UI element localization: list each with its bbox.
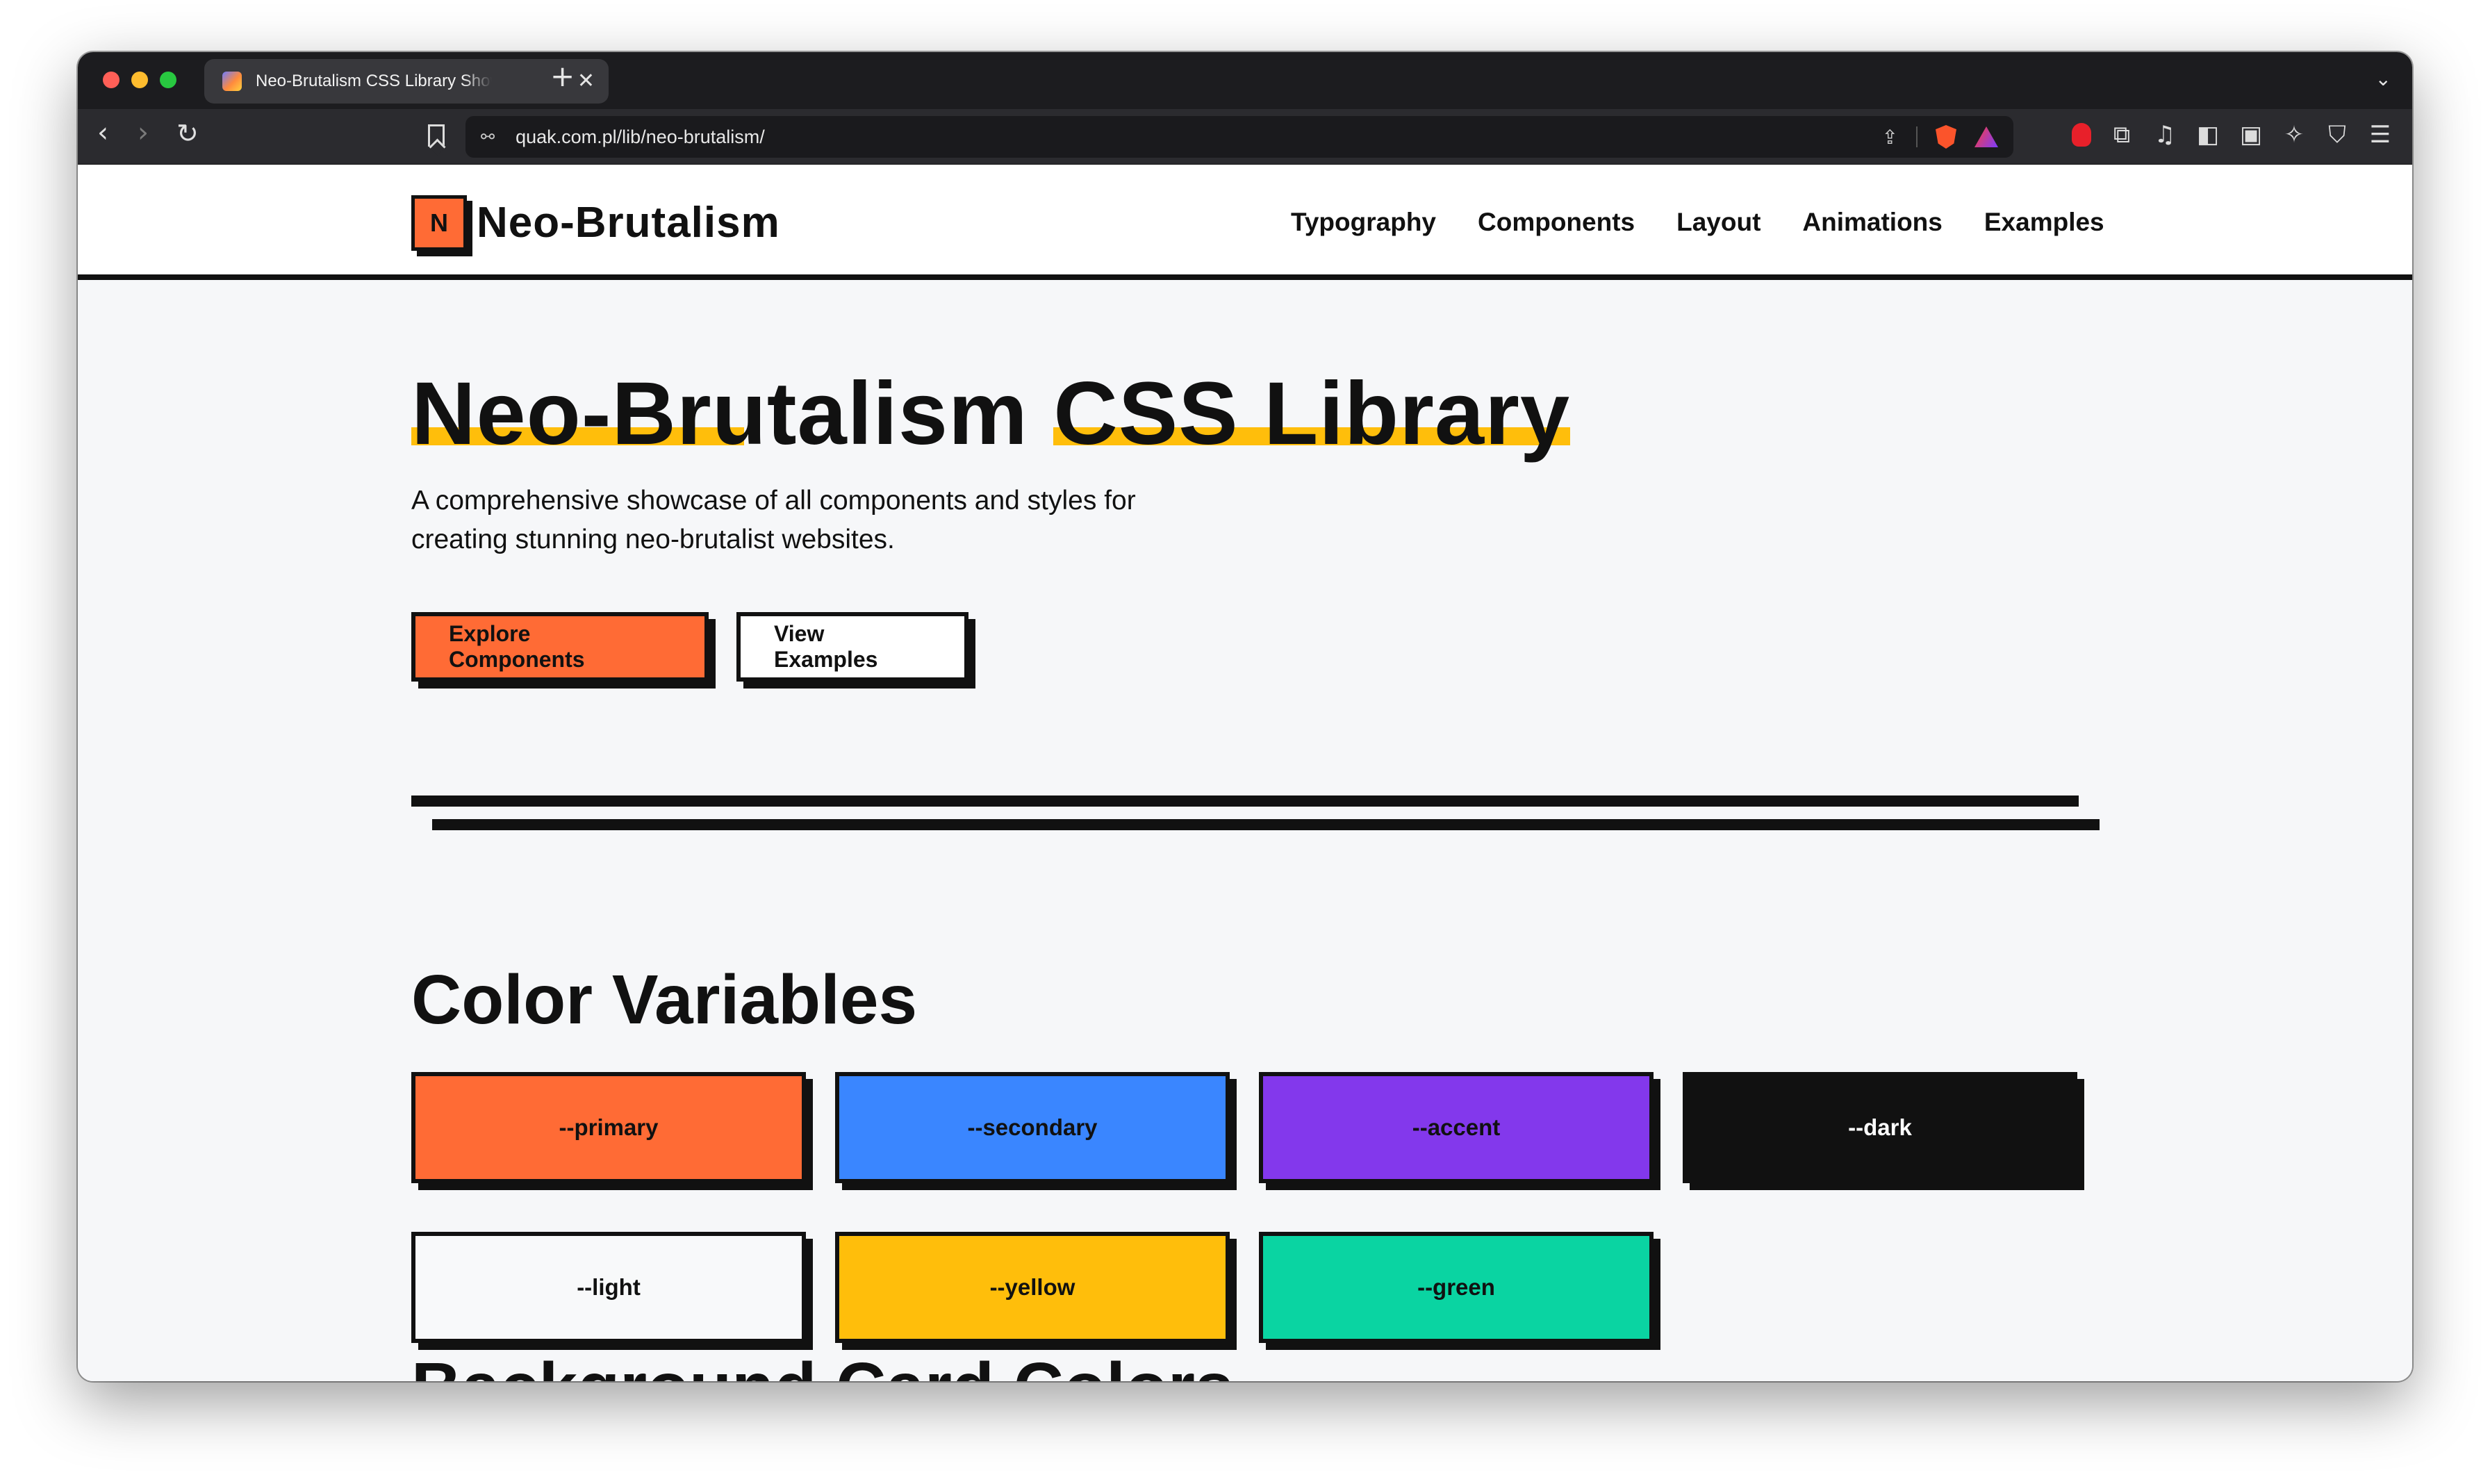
sidebar-icon[interactable]: ◧ xyxy=(2195,123,2220,147)
extensions-area: ⧉ ♫ ◧ ▣ ✧ ⛉ ☰ xyxy=(2072,123,2393,147)
browser-toolbar: ‹ › ↻ ⚯ quak.com.pl/lib/neo-brutalism/ ⇪… xyxy=(78,109,2412,165)
swatch-secondary[interactable]: --secondary xyxy=(835,1072,1230,1183)
hero-section: Neo-Brutalism CSS Library A comprehensiv… xyxy=(411,362,1570,682)
maximize-window-button[interactable] xyxy=(160,72,176,88)
view-examples-button[interactable]: View Examples xyxy=(736,612,968,682)
site-header: N Neo-Brutalism Typography Components La… xyxy=(78,165,2412,280)
favicon-icon xyxy=(222,72,242,91)
main-nav: Typography Components Layout Animations … xyxy=(1291,205,2104,240)
puzzle-icon[interactable]: ⧉ xyxy=(2109,123,2134,147)
divider-line xyxy=(411,795,2079,807)
divider-line-shadow xyxy=(432,819,2100,830)
share-icon[interactable]: ⇪ xyxy=(1882,126,1898,149)
url-text[interactable]: quak.com.pl/lib/neo-brutalism/ xyxy=(516,126,765,148)
window-controls xyxy=(103,72,176,88)
address-bar[interactable]: ⚯ quak.com.pl/lib/neo-brutalism/ ⇪ xyxy=(465,116,2013,158)
title-highlight-1: Neo-Brutalism xyxy=(411,364,1028,463)
title-highlight-2: CSS Library xyxy=(1053,364,1571,463)
swatch-yellow[interactable]: --yellow xyxy=(835,1232,1230,1343)
browser-tab[interactable]: Neo-Brutalism CSS Library Showcase ✕ xyxy=(204,59,609,104)
tab-close-icon[interactable]: ✕ xyxy=(577,71,595,92)
brave-shields-icon[interactable] xyxy=(1936,125,1956,149)
swatch-accent[interactable]: --accent xyxy=(1259,1072,1654,1183)
divider xyxy=(1916,126,1918,147)
page-title: Neo-Brutalism CSS Library xyxy=(411,362,1570,466)
adblock-extension-icon[interactable] xyxy=(2072,123,2091,147)
wallet-icon[interactable]: ▣ xyxy=(2238,123,2264,147)
swatch-light[interactable]: --light xyxy=(411,1232,806,1343)
browser-window: Neo-Brutalism CSS Library Showcase ✕ + ⌄… xyxy=(78,52,2412,1381)
menu-icon[interactable]: ☰ xyxy=(2368,123,2393,147)
reload-button[interactable]: ↻ xyxy=(176,120,199,147)
nav-typography[interactable]: Typography xyxy=(1291,205,1436,240)
nav-layout[interactable]: Layout xyxy=(1676,205,1761,240)
tab-bar: Neo-Brutalism CSS Library Showcase ✕ + ⌄ xyxy=(78,52,2412,109)
music-icon[interactable]: ♫ xyxy=(2152,123,2177,147)
forward-button[interactable]: › xyxy=(138,119,149,147)
close-window-button[interactable] xyxy=(103,72,119,88)
logo-text[interactable]: Neo-Brutalism xyxy=(477,195,780,251)
nav-animations[interactable]: Animations xyxy=(1802,205,1942,240)
bookmark-icon[interactable] xyxy=(428,124,445,147)
brave-rewards-icon[interactable] xyxy=(1974,126,1998,147)
sparkle-icon[interactable]: ✧ xyxy=(2282,123,2307,147)
back-button[interactable]: ‹ xyxy=(97,119,108,147)
nav-examples[interactable]: Examples xyxy=(1984,205,2104,240)
logo-icon[interactable]: N xyxy=(411,195,467,251)
hero-subtitle: A comprehensive showcase of all componen… xyxy=(411,486,1136,554)
nav-components[interactable]: Components xyxy=(1478,205,1635,240)
tab-list-chevron-icon[interactable]: ⌄ xyxy=(2375,67,2391,90)
explore-components-button[interactable]: Explore Components xyxy=(411,612,709,682)
tab-title: Neo-Brutalism CSS Library Showcase xyxy=(256,72,492,90)
address-bar-actions: ⇪ xyxy=(1882,125,1998,149)
shield-icon[interactable]: ⛉ xyxy=(2325,123,2350,147)
minimize-window-button[interactable] xyxy=(131,72,148,88)
site-settings-icon[interactable]: ⚯ xyxy=(481,127,495,147)
swatch-primary[interactable]: --primary xyxy=(411,1072,806,1183)
page-content: N Neo-Brutalism Typography Components La… xyxy=(78,165,2412,1381)
section-title-background-card-colors: Background Card Colors xyxy=(411,1346,1234,1381)
hero-buttons: Explore Components View Examples xyxy=(411,612,1570,682)
swatch-dark[interactable]: --dark xyxy=(1683,1072,2077,1183)
swatch-green[interactable]: --green xyxy=(1259,1232,1654,1343)
section-title-color-variables: Color Variables xyxy=(411,961,918,1039)
new-tab-button[interactable]: + xyxy=(550,62,575,91)
